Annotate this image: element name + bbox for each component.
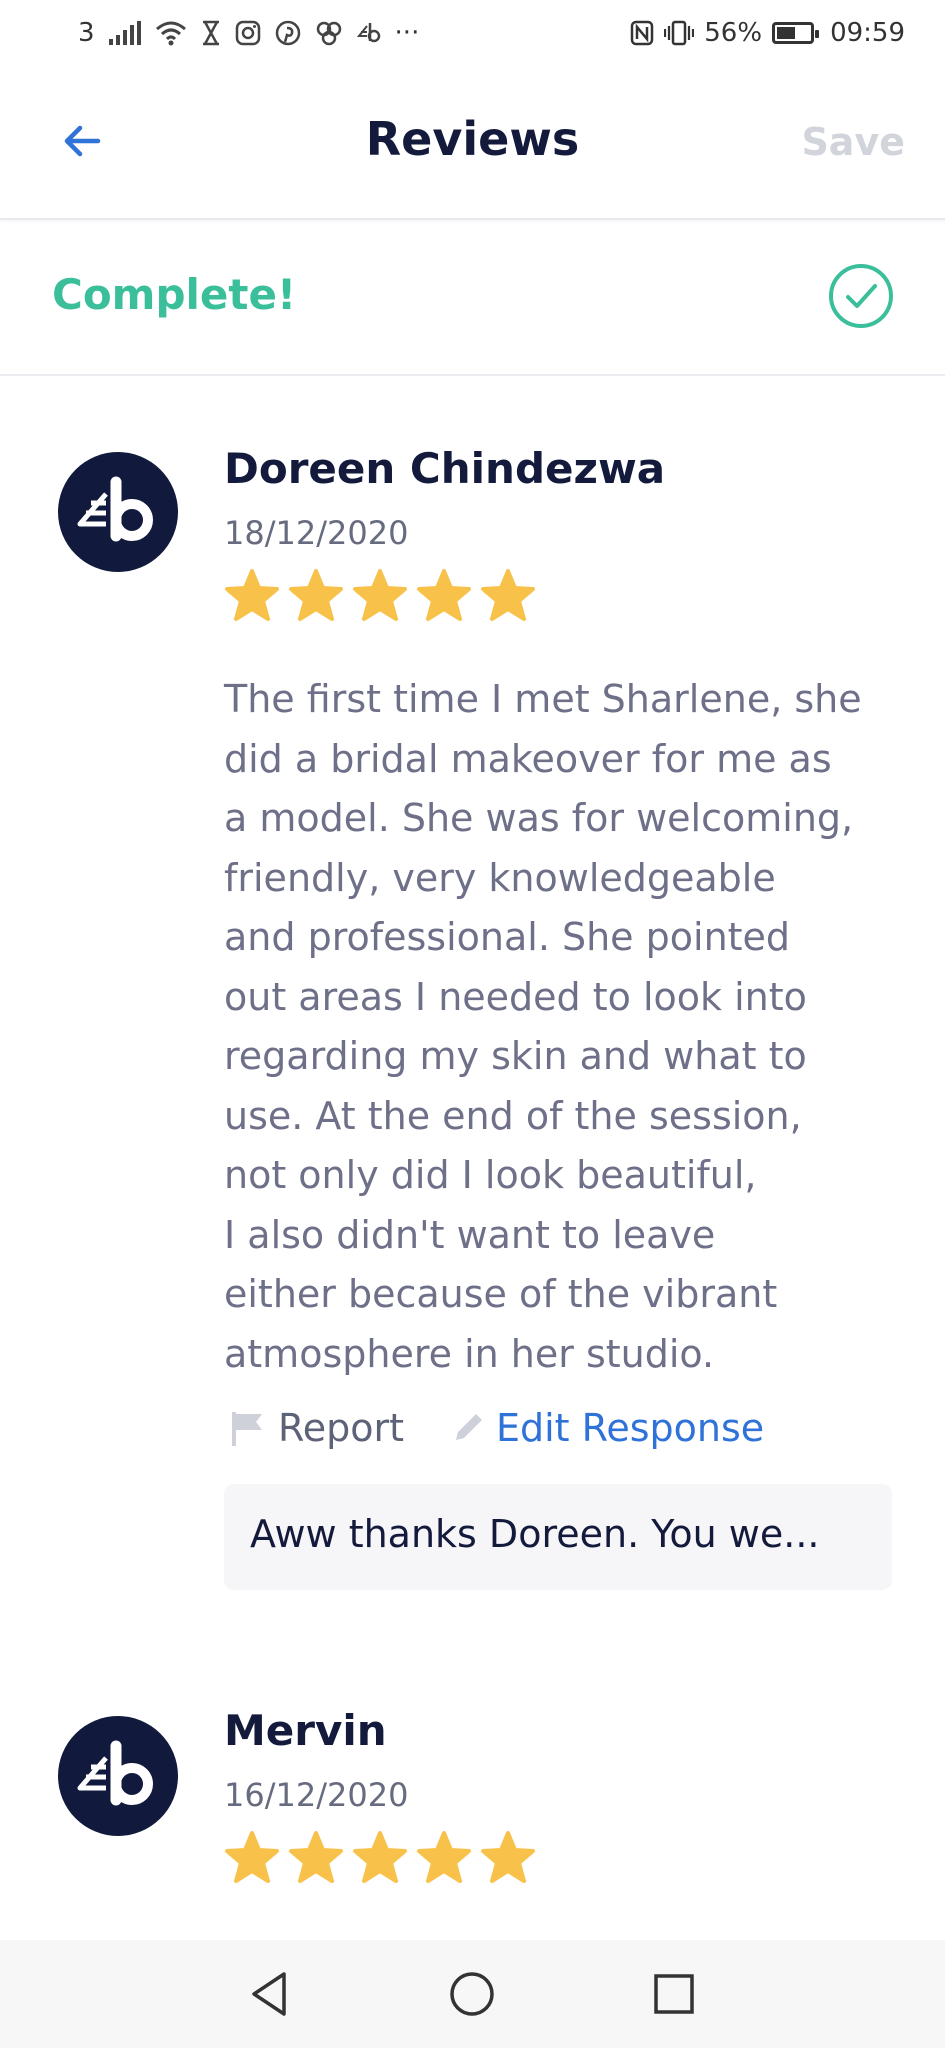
avatar (58, 1716, 178, 1836)
nfc-icon (630, 20, 654, 46)
report-label: Report (278, 1406, 404, 1450)
response-preview-text: Aww thanks Doreen. You we... (250, 1512, 820, 1556)
star-icon (353, 569, 407, 621)
review-text-line: The first time I met Sharlene, she (224, 677, 862, 721)
star-rating (224, 1830, 536, 1886)
vibrate-icon (664, 20, 695, 46)
star-icon (417, 569, 471, 621)
review-text-line: atmosphere in her studio. (224, 1331, 715, 1376)
flag-icon (232, 1412, 262, 1446)
review-text-line: out areas I needed to look into (224, 974, 807, 1019)
wifi-icon (155, 20, 187, 46)
review-text-line: friendly, very knowledgeable (224, 855, 776, 900)
star-icon (481, 569, 535, 621)
edit-response-button[interactable]: Edit Response (450, 1406, 764, 1450)
system-navigation-bar (0, 1940, 945, 2048)
battery-level-fill (777, 27, 796, 39)
apps-icon (315, 20, 343, 46)
completion-status-label: Complete! (52, 270, 297, 319)
reviewer-name: Doreen Chindezwa (224, 444, 666, 493)
report-button[interactable]: Report (228, 1406, 404, 1450)
brand-logo-icon (77, 476, 153, 542)
review-text-line: not only did I look beautiful, (224, 1153, 757, 1197)
signal-icon (108, 21, 141, 45)
battery-percent: 56% (704, 18, 763, 48)
review-text-line: either because of the vibrant (224, 1272, 778, 1316)
review-date: 16/12/2020 (224, 1776, 409, 1814)
brand-logo-icon (77, 1740, 153, 1806)
review-date: 18/12/2020 (224, 514, 409, 552)
status-bar-left: 3 ··· (78, 18, 419, 48)
star-rating (224, 568, 536, 624)
review-text-line: did a bridal makeover for me as (224, 736, 832, 781)
battery-icon (772, 22, 820, 44)
review-actions: Report Edit Response (228, 1406, 764, 1450)
save-button[interactable]: Save (801, 120, 905, 164)
app-header: Reviews Save (0, 72, 945, 220)
carrier-label: 3 (78, 18, 95, 48)
hourglass-icon (201, 20, 221, 46)
review-text-line: a model. She was for welcoming, (224, 796, 854, 840)
review-text: The first time I met Sharlene, she did a … (224, 670, 904, 1384)
review-text-line: I also didn't want to leave (224, 1212, 716, 1257)
pencil-icon (455, 1414, 482, 1440)
star-icon (289, 1831, 343, 1883)
star-icon (225, 569, 279, 621)
avatar (58, 452, 178, 572)
star-icon (353, 1831, 407, 1883)
star-icon (417, 1831, 471, 1883)
triangle-back-icon[interactable] (244, 1968, 296, 2020)
completion-status-row: Complete! (0, 220, 945, 376)
square-recents-icon[interactable] (648, 1968, 700, 2020)
star-icon (481, 1831, 535, 1883)
review-text-line: and professional. She pointed (224, 915, 791, 959)
status-bar-right: 56% 09:59 (630, 18, 905, 48)
more-notifications-indicator: ··· (394, 18, 420, 48)
review-text-line: regarding my skin and what to (224, 1034, 807, 1078)
review-text-line: use. At the end of the session, (224, 1093, 802, 1138)
star-icon (225, 1831, 279, 1883)
star-icon (289, 569, 343, 621)
clock: 09:59 (830, 18, 905, 48)
circle-home-icon[interactable] (446, 1968, 498, 2020)
status-bar: 3 ··· 56% 09:59 (0, 0, 945, 72)
check-circle-icon (829, 264, 893, 328)
response-preview-box[interactable]: Aww thanks Doreen. You we... (224, 1484, 892, 1590)
reviewer-name: Mervin (224, 1706, 387, 1755)
edit-response-label: Edit Response (495, 1406, 765, 1450)
brand-icon (356, 22, 381, 44)
pinterest-icon (275, 20, 301, 46)
instagram-icon (235, 20, 261, 46)
